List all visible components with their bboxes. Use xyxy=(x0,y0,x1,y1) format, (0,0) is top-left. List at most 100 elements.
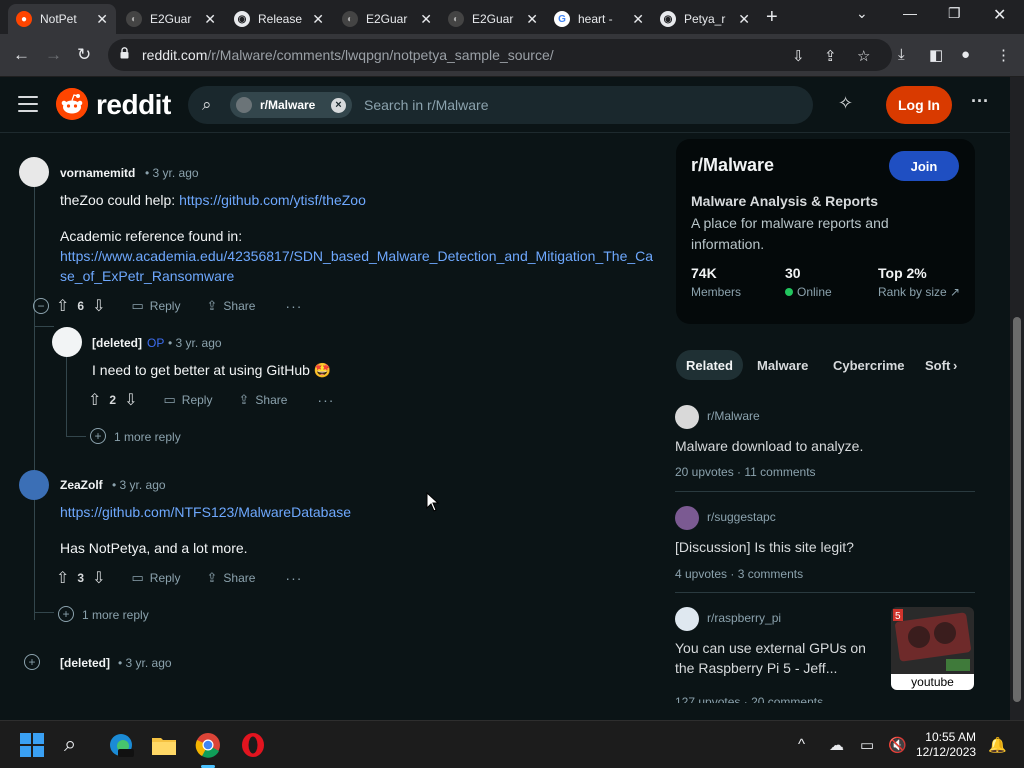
new-tab-icon[interactable]: + xyxy=(766,6,778,29)
comment-link[interactable]: https://github.com/NTFS123/MalwareDataba… xyxy=(60,502,351,522)
search-input[interactable]: Search in r/Malware xyxy=(364,97,489,113)
share-page-icon[interactable]: ⇪ xyxy=(824,47,837,65)
post-subreddit[interactable]: r/suggestapc xyxy=(707,510,776,524)
downvote-icon[interactable]: ⇩ xyxy=(124,390,137,410)
browser-tab-e2guardian-1[interactable]: ◐ E2Guar ✕ xyxy=(118,4,224,34)
browser-tab-e2guardian-2[interactable]: ◐ E2Guar ✕ xyxy=(334,4,440,34)
share-button[interactable]: ⇪ Share xyxy=(206,298,255,314)
opera-icon[interactable] xyxy=(240,732,266,758)
address-bar[interactable]: reddit.com/r/Malware/comments/lwqpgn/not… xyxy=(108,39,892,71)
reply-button[interactable]: ▭ Reply xyxy=(132,298,181,314)
install-app-icon[interactable]: ⇩ xyxy=(792,47,805,65)
back-icon[interactable]: ← xyxy=(13,45,30,65)
close-tab-icon[interactable]: ✕ xyxy=(632,11,644,28)
onedrive-icon[interactable]: ☁ xyxy=(829,736,844,754)
post-subreddit[interactable]: r/Malware xyxy=(707,409,760,423)
related-post[interactable]: r/Malware Malware download to analyze. 2… xyxy=(675,405,975,485)
more-options-icon[interactable]: ··· xyxy=(971,91,989,112)
edge-icon[interactable] xyxy=(108,732,134,758)
downvote-icon[interactable]: ⇩ xyxy=(92,296,105,316)
browser-tab-e2guardian-3[interactable]: ◐ E2Guar ✕ xyxy=(440,4,546,34)
bookmark-star-icon[interactable]: ☆ xyxy=(857,47,870,65)
share-button[interactable]: ⇪ Share xyxy=(238,392,287,408)
close-tab-icon[interactable]: ✕ xyxy=(420,11,432,28)
comment-author[interactable]: ZeaZolf xyxy=(60,478,103,492)
search-icon[interactable]: ⌕ xyxy=(64,731,76,757)
chevron-up-icon[interactable]: ^ xyxy=(798,736,805,753)
volume-muted-icon[interactable]: 🔇 xyxy=(888,736,907,754)
hamburger-menu-icon[interactable] xyxy=(18,96,38,112)
collapse-thread-icon[interactable]: − xyxy=(33,298,49,314)
advertise-icon[interactable]: ✧ xyxy=(838,93,853,114)
close-tab-icon[interactable]: ✕ xyxy=(312,11,324,28)
expand-thread-icon[interactable]: + xyxy=(24,654,40,670)
browser-tab-notpetya[interactable]: ● NotPet ✕ xyxy=(8,4,116,34)
reply-button[interactable]: ▭ Reply xyxy=(164,392,213,408)
browser-tab-release[interactable]: ◉ Release ✕ xyxy=(226,4,332,34)
login-button[interactable]: Log In xyxy=(886,86,952,124)
display-icon[interactable]: ▭ xyxy=(860,736,874,754)
post-thumbnail[interactable]: 5 youtube xyxy=(891,607,974,690)
more-options-icon[interactable]: ··· xyxy=(317,392,334,408)
url-text[interactable]: reddit.com/r/Malware/comments/lwqpgn/not… xyxy=(142,47,554,63)
tab-related[interactable]: Related xyxy=(676,350,743,380)
clear-chip-icon[interactable]: × xyxy=(331,97,346,113)
close-tab-icon[interactable]: ✕ xyxy=(526,11,538,28)
scrollbar-thumb[interactable] xyxy=(1013,317,1021,702)
downloads-icon[interactable]: ⤓ xyxy=(898,46,905,63)
tab-search-icon[interactable]: ⌄ xyxy=(856,5,868,22)
more-options-icon[interactable]: ··· xyxy=(285,570,302,586)
more-replies-link[interactable]: 1 more reply xyxy=(114,430,181,444)
reply-button[interactable]: ▭ Reply xyxy=(132,570,181,586)
restore-icon[interactable]: ❐ xyxy=(948,5,961,22)
post-title[interactable]: [Discussion] Is this site legit? xyxy=(675,537,854,557)
rank-label[interactable]: Rank by size ↗ xyxy=(878,285,960,299)
upvote-icon[interactable]: ⇧ xyxy=(56,296,69,316)
chrome-menu-icon[interactable]: ⋮ xyxy=(996,46,1011,64)
expand-replies-icon[interactable]: + xyxy=(90,428,106,444)
side-panel-icon[interactable]: ◧ xyxy=(929,46,943,64)
post-subreddit[interactable]: r/raspberry_pi xyxy=(707,611,781,625)
tab-malware[interactable]: Malware xyxy=(747,350,818,380)
notification-bell-icon[interactable]: 🔔 xyxy=(988,736,1007,754)
search-bar[interactable]: ⌕ r/Malware × Search in r/Malware xyxy=(188,86,813,124)
reddit-logo-icon[interactable] xyxy=(56,88,88,120)
comment-author[interactable]: [deleted] xyxy=(92,336,142,350)
user-avatar[interactable] xyxy=(52,327,82,357)
close-tab-icon[interactable]: ✕ xyxy=(738,11,750,28)
chevron-right-icon[interactable]: › xyxy=(949,350,961,380)
comment-author[interactable]: vornamemitd xyxy=(60,166,135,180)
chrome-icon[interactable] xyxy=(195,732,221,758)
comment-link[interactable]: https://github.com/ytisf/theZoo xyxy=(179,192,366,208)
downvote-icon[interactable]: ⇩ xyxy=(92,568,105,588)
close-window-icon[interactable]: ✕ xyxy=(993,5,1006,25)
post-title[interactable]: the Raspberry Pi 5 - Jeff... xyxy=(675,658,837,678)
file-explorer-icon[interactable] xyxy=(151,732,177,758)
share-button[interactable]: ⇪ Share xyxy=(206,570,255,586)
windows-start-icon[interactable] xyxy=(19,732,45,758)
browser-tab-heart[interactable]: G heart - ✕ xyxy=(546,4,652,34)
comment-link[interactable]: https://www.academia.edu/42356817/SDN_ba… xyxy=(60,246,653,266)
comment-author[interactable]: [deleted] xyxy=(60,656,110,670)
reddit-wordmark[interactable]: reddit xyxy=(96,89,171,121)
comment-link[interactable]: se_of_ExPetr_Ransomware xyxy=(60,266,234,286)
post-title[interactable]: You can use external GPUs on xyxy=(675,638,866,658)
subreddit-name[interactable]: r/Malware xyxy=(691,155,774,176)
close-tab-icon[interactable]: ✕ xyxy=(96,11,108,28)
upvote-icon[interactable]: ⇧ xyxy=(88,390,101,410)
tab-cybercrime[interactable]: Cybercrime xyxy=(823,350,915,380)
user-avatar[interactable] xyxy=(19,470,49,500)
forward-icon[interactable]: → xyxy=(45,45,62,65)
upvote-icon[interactable]: ⇧ xyxy=(56,568,69,588)
reload-icon[interactable]: ↻ xyxy=(77,45,91,65)
more-options-icon[interactable]: ··· xyxy=(285,298,302,314)
user-avatar[interactable] xyxy=(19,157,49,187)
more-replies-link[interactable]: 1 more reply xyxy=(82,608,149,622)
system-clock[interactable]: 10:55 AM 12/12/2023 xyxy=(916,730,976,760)
subreddit-search-chip[interactable]: r/Malware × xyxy=(230,92,352,118)
profile-icon[interactable]: ● xyxy=(961,46,970,63)
minimize-icon[interactable]: — xyxy=(903,5,917,21)
expand-replies-icon[interactable]: + xyxy=(58,606,74,622)
post-title[interactable]: Malware download to analyze. xyxy=(675,436,863,456)
join-button[interactable]: Join xyxy=(889,151,959,181)
